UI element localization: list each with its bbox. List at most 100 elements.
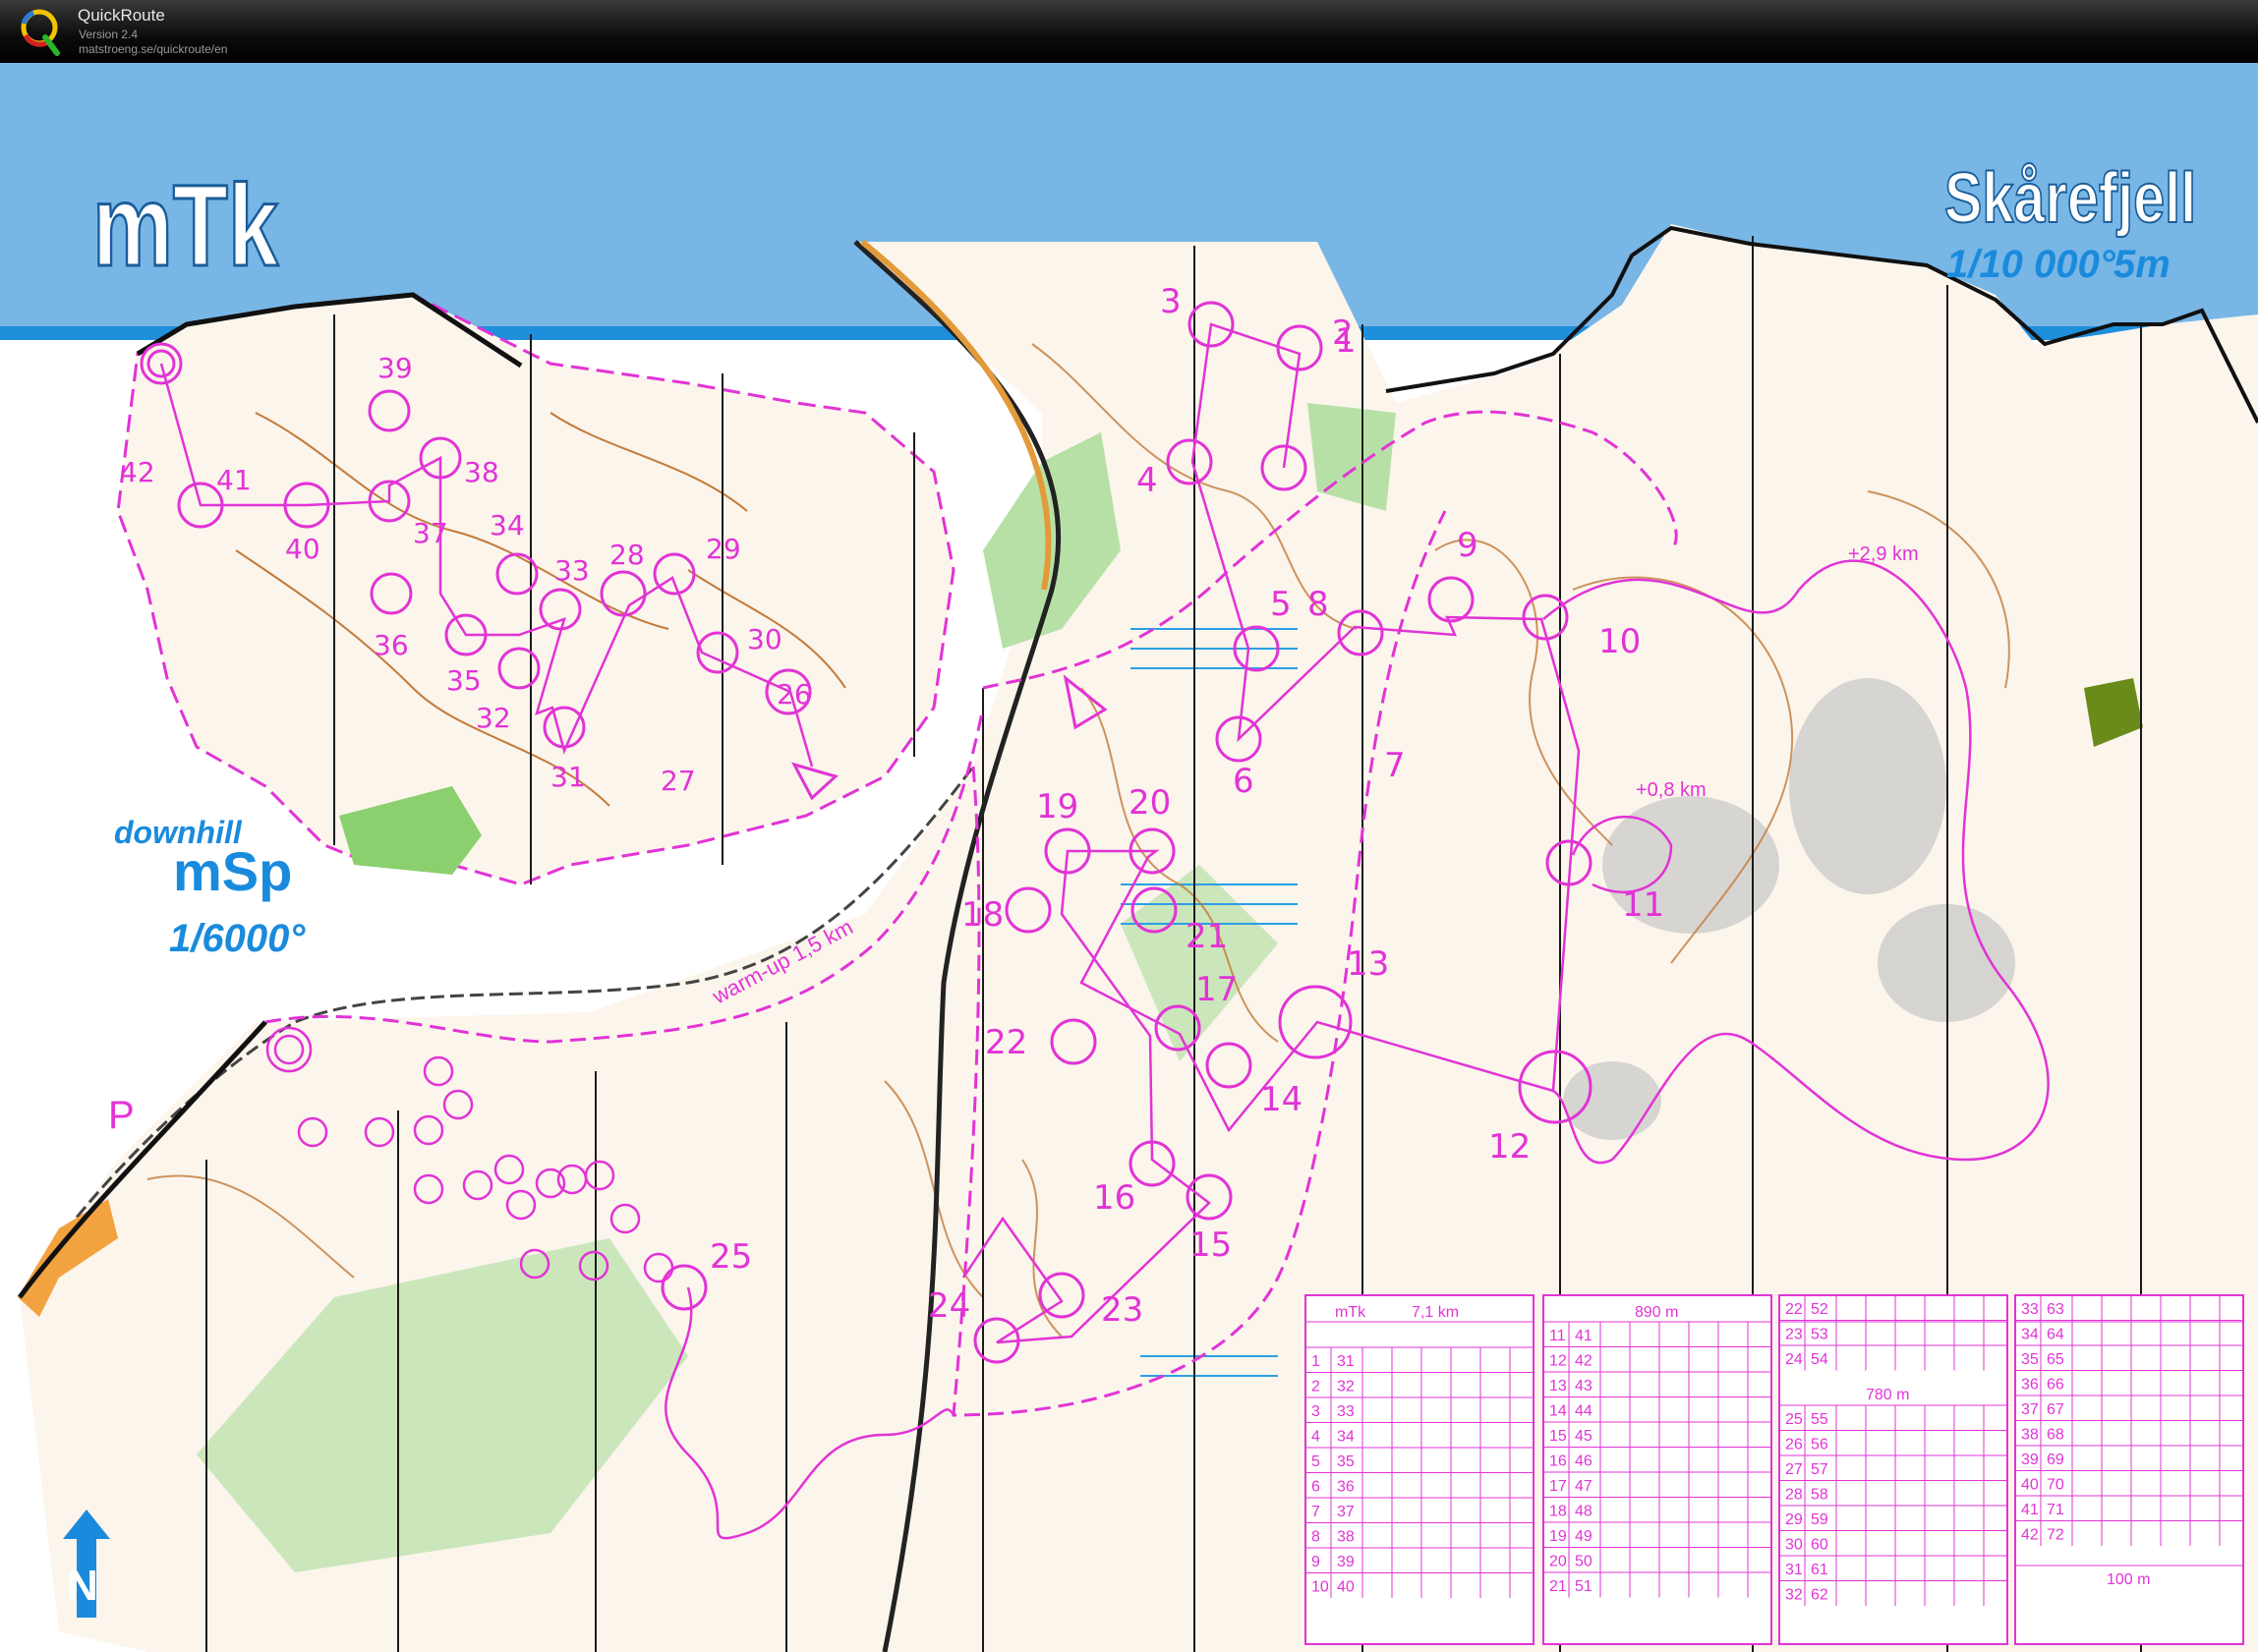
svg-text:33: 33 — [1337, 1403, 1355, 1420]
map-view[interactable]: 123 456 789 10 11 12 13 14 15 16 17 18 19 20 21 … — [0, 63, 2258, 1652]
desc-distance-3: 100 m — [2107, 1571, 2150, 1588]
svg-text:50: 50 — [1575, 1554, 1592, 1570]
svg-text:10: 10 — [1311, 1579, 1329, 1596]
svg-text:N: N — [67, 1562, 98, 1610]
svg-text:61: 61 — [1811, 1562, 1828, 1578]
svg-text:12: 12 — [1549, 1353, 1567, 1370]
svg-text:25: 25 — [710, 1237, 752, 1277]
svg-text:8: 8 — [1307, 585, 1329, 624]
svg-text:55: 55 — [1811, 1411, 1828, 1428]
svg-text:17: 17 — [1549, 1478, 1567, 1495]
svg-text:70: 70 — [2047, 1477, 2064, 1494]
svg-text:24: 24 — [928, 1286, 970, 1326]
svg-text:9: 9 — [1457, 526, 1478, 565]
svg-text:45: 45 — [1575, 1428, 1592, 1445]
svg-text:32: 32 — [1785, 1587, 1803, 1604]
svg-text:40: 40 — [2021, 1477, 2039, 1494]
svg-text:21: 21 — [1186, 917, 1228, 956]
svg-text:53: 53 — [1811, 1327, 1828, 1343]
svg-text:72: 72 — [2047, 1527, 2064, 1544]
desc-distance-2: 780 m — [1866, 1387, 1909, 1403]
svg-text:34: 34 — [1337, 1429, 1355, 1446]
svg-text:22: 22 — [1785, 1301, 1803, 1318]
svg-text:58: 58 — [1811, 1487, 1828, 1504]
svg-text:34: 34 — [2021, 1327, 2039, 1343]
svg-text:20: 20 — [1549, 1554, 1567, 1570]
app-url: matstroeng.se/quickroute/en — [79, 42, 228, 56]
svg-text:11: 11 — [1622, 885, 1664, 925]
svg-text:15: 15 — [1189, 1225, 1232, 1265]
map-scale: 1/10 000° — [1946, 243, 2116, 286]
svg-text:6: 6 — [1311, 1479, 1320, 1496]
svg-text:43: 43 — [1575, 1378, 1592, 1395]
svg-text:23: 23 — [1101, 1290, 1143, 1330]
svg-text:5: 5 — [1311, 1453, 1320, 1470]
svg-text:21: 21 — [1549, 1578, 1567, 1595]
svg-text:16: 16 — [1549, 1453, 1567, 1470]
svg-text:16: 16 — [1093, 1178, 1135, 1218]
svg-text:29: 29 — [706, 533, 741, 565]
svg-text:42: 42 — [120, 456, 155, 488]
svg-text:19: 19 — [1036, 787, 1078, 826]
svg-text:39: 39 — [377, 352, 413, 384]
svg-text:42: 42 — [2021, 1527, 2039, 1544]
svg-text:10: 10 — [1598, 622, 1641, 661]
svg-text:8: 8 — [1311, 1529, 1320, 1546]
svg-text:33: 33 — [554, 554, 590, 587]
svg-text:35: 35 — [2021, 1351, 2039, 1368]
svg-text:38: 38 — [1337, 1529, 1355, 1546]
svg-text:12: 12 — [1488, 1127, 1531, 1167]
inset-scale: 1/6000° — [169, 917, 306, 960]
svg-text:28: 28 — [609, 539, 645, 571]
svg-text:39: 39 — [1337, 1554, 1355, 1570]
svg-text:68: 68 — [2047, 1427, 2064, 1444]
desc-distance-1: 890 m — [1635, 1304, 1678, 1321]
svg-text:41: 41 — [1575, 1328, 1592, 1344]
desc-length: 7,1 km — [1412, 1304, 1459, 1321]
svg-text:6: 6 — [1233, 762, 1254, 801]
desc-course: mTk — [1335, 1304, 1366, 1321]
svg-text:13: 13 — [1549, 1378, 1567, 1395]
inset-caption-msp: mSp — [173, 840, 292, 902]
svg-text:51: 51 — [1575, 1578, 1592, 1595]
svg-text:35: 35 — [1337, 1453, 1355, 1470]
svg-text:32: 32 — [1337, 1379, 1355, 1396]
svg-text:34: 34 — [490, 509, 525, 541]
svg-text:11: 11 — [1549, 1328, 1566, 1344]
event-title: mTk — [92, 161, 278, 291]
area-name: Skårefjell — [1944, 158, 2196, 238]
svg-text:30: 30 — [747, 623, 782, 655]
contour-interval: 5m — [2113, 243, 2171, 286]
svg-text:27: 27 — [661, 765, 696, 797]
svg-text:4: 4 — [1311, 1429, 1320, 1446]
svg-text:65: 65 — [2047, 1351, 2064, 1368]
loop-label-long: +2,9 km — [1848, 543, 1919, 565]
svg-text:37: 37 — [1337, 1504, 1355, 1520]
app-titlebar: QuickRoute Version 2.4 matstroeng.se/qui… — [0, 0, 2258, 63]
svg-text:28: 28 — [1785, 1487, 1803, 1504]
svg-text:36: 36 — [1337, 1479, 1355, 1496]
svg-text:46: 46 — [1575, 1453, 1592, 1470]
svg-text:4: 4 — [1136, 461, 1158, 500]
svg-text:33: 33 — [2021, 1301, 2039, 1318]
svg-text:36: 36 — [2021, 1377, 2039, 1394]
svg-text:24: 24 — [1785, 1351, 1803, 1368]
svg-text:31: 31 — [1785, 1562, 1803, 1578]
svg-text:29: 29 — [1785, 1511, 1803, 1528]
svg-text:25: 25 — [1785, 1411, 1803, 1428]
svg-text:26: 26 — [777, 678, 812, 711]
svg-text:59: 59 — [1811, 1511, 1828, 1528]
svg-text:38: 38 — [464, 456, 499, 488]
svg-text:31: 31 — [550, 761, 586, 793]
svg-text:1: 1 — [1311, 1353, 1320, 1370]
svg-text:37: 37 — [2021, 1401, 2039, 1418]
svg-text:7: 7 — [1384, 746, 1406, 785]
svg-text:40: 40 — [285, 533, 320, 565]
svg-text:32: 32 — [476, 702, 511, 734]
svg-text:7: 7 — [1311, 1504, 1320, 1520]
svg-text:3: 3 — [1160, 282, 1182, 321]
svg-text:38: 38 — [2021, 1427, 2039, 1444]
svg-text:2: 2 — [1311, 1379, 1320, 1396]
loop-label-short: +0,8 km — [1636, 779, 1707, 801]
svg-text:36: 36 — [374, 629, 409, 661]
